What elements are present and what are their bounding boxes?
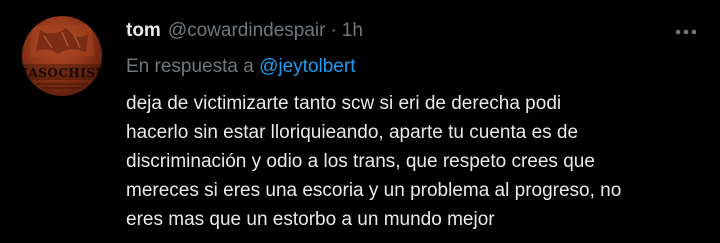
avatar-logo-text: MASOCHISM bbox=[22, 66, 102, 80]
user-handle[interactable]: @cowardindespair bbox=[168, 20, 326, 42]
tweet-header: tom @cowardindespair · 1h bbox=[126, 18, 363, 44]
timestamp[interactable]: 1h bbox=[342, 20, 363, 42]
reply-context: En respuesta a @jeytolbert bbox=[126, 56, 355, 78]
tweet-text-line: hacerlo sin estar lloriquieando, aparte … bbox=[126, 122, 579, 143]
reply-prefix: En respuesta a bbox=[126, 56, 254, 77]
more-options-button[interactable] bbox=[668, 18, 704, 46]
avatar-image: MASOCHISM bbox=[22, 24, 102, 89]
tweet-text-line: eres mas que un estorbo a un mundo mejor bbox=[126, 209, 495, 230]
tweet-text-line: discriminación y odio a los trans, que r… bbox=[126, 151, 595, 172]
reply-to-user-link[interactable]: @jeytolbert bbox=[259, 56, 355, 77]
avatar[interactable]: MASOCHISM bbox=[22, 16, 102, 96]
more-options-icon bbox=[675, 29, 697, 35]
display-name[interactable]: tom bbox=[126, 20, 161, 42]
tweet-text: deja de victimizarte tanto scw si eri de… bbox=[126, 89, 710, 234]
tweet-text-line: deja de victimizarte tanto scw si eri de… bbox=[126, 93, 562, 114]
tweet-text-line: mereces si eres una escoria y un problem… bbox=[126, 180, 622, 201]
separator-dot: · bbox=[330, 20, 337, 41]
tweet[interactable]: MASOCHISM tom @cowardindespair · 1h En r… bbox=[0, 0, 720, 243]
